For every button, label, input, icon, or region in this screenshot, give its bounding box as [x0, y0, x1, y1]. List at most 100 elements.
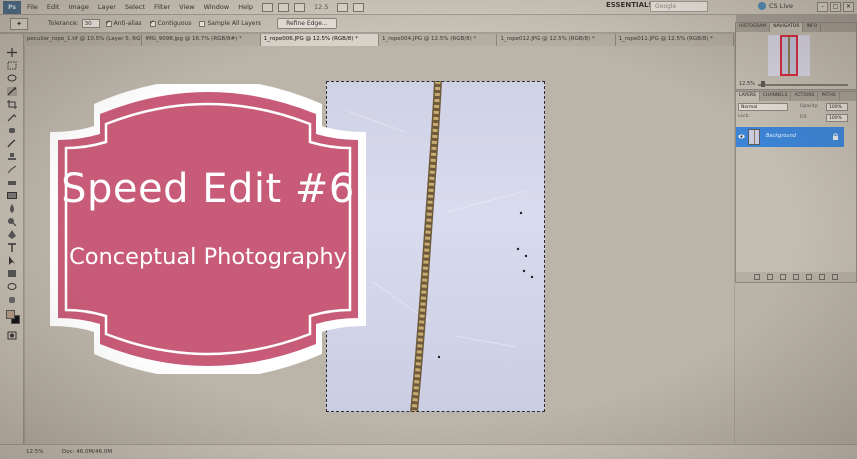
- minibridge-icon[interactable]: [278, 2, 290, 12]
- window-controls: – □ ✕: [815, 2, 854, 12]
- tab-layers[interactable]: LAYERS: [736, 92, 760, 101]
- tab-info[interactable]: INFO: [803, 23, 822, 32]
- blend-mode-select[interactable]: Normal: [738, 103, 788, 111]
- contiguous-label: Contiguous: [157, 20, 192, 27]
- cs-live-button[interactable]: CS Live: [758, 2, 793, 10]
- document-tab[interactable]: 1_rope004.JPG @ 12.5% (RGB/8) *: [379, 34, 498, 46]
- tab-histogram[interactable]: HISTOGRAM: [736, 23, 771, 32]
- menu-bar: Ps File Edit Image Layer Select Filter V…: [0, 0, 857, 15]
- lasso-tool-icon[interactable]: [7, 74, 17, 83]
- minimize-button[interactable]: –: [817, 2, 828, 12]
- clone-stamp-tool-icon[interactable]: [7, 152, 17, 161]
- menu-edit[interactable]: Edit: [47, 3, 60, 11]
- menu-image[interactable]: Image: [68, 3, 88, 11]
- badge-subtitle: Conceptual Photography: [69, 244, 347, 270]
- tab-paths[interactable]: PATHS: [818, 92, 840, 101]
- close-button[interactable]: ✕: [843, 2, 854, 12]
- gradient-tool-icon[interactable]: [7, 191, 17, 200]
- layer-name[interactable]: Background: [766, 133, 796, 139]
- adjustment-layer-icon[interactable]: [793, 274, 799, 280]
- maximize-button[interactable]: □: [830, 2, 841, 12]
- screen-mode-icon[interactable]: [352, 2, 364, 12]
- workspace-switcher[interactable]: ESSENTIALS: [606, 1, 654, 9]
- add-mask-icon[interactable]: [780, 274, 786, 280]
- tools-panel: [0, 34, 24, 444]
- extras-icon[interactable]: [294, 2, 306, 12]
- shape-tool-icon[interactable]: [7, 269, 17, 278]
- title-badge: Speed Edit #6 Conceptual Photography: [22, 84, 394, 374]
- new-layer-icon[interactable]: [819, 274, 825, 280]
- document-tab[interactable]: IMG_9098.jpg @ 16.7% (RGB/8#) *: [142, 34, 261, 46]
- arrange-documents-icon[interactable]: [336, 2, 348, 12]
- document-tab[interactable]: peculiar_rope_1.tif @ 10.5% (Layer 5, RG…: [24, 34, 143, 46]
- foreground-color-swatch[interactable]: [6, 310, 15, 319]
- move-tool-icon[interactable]: [7, 48, 17, 57]
- document-tab-active[interactable]: 1_rope006.JPG @ 12.5% (RGB/8) *: [260, 34, 379, 46]
- layers-panel: LAYERS CHANNELS ACTIONS PATHS Normal Opa…: [735, 91, 857, 283]
- marquee-tool-icon[interactable]: [7, 61, 17, 70]
- refine-edge-button[interactable]: Refine Edge...: [277, 18, 337, 29]
- anti-alias-checkbox[interactable]: Anti-alias: [105, 19, 142, 27]
- new-group-icon[interactable]: [806, 274, 812, 280]
- document-tab[interactable]: 1_rope011.JPG @ 12.5% (RGB/8) *: [616, 34, 734, 46]
- layer-style-icon[interactable]: [767, 274, 773, 280]
- search-input[interactable]: Google: [650, 1, 708, 12]
- bridge-icon[interactable]: [262, 2, 274, 12]
- link-layers-icon[interactable]: [754, 274, 760, 280]
- anti-alias-label: Anti-alias: [113, 20, 142, 27]
- menu-view[interactable]: View: [179, 3, 194, 11]
- navigator-view-box[interactable]: [780, 35, 798, 76]
- menu-layer[interactable]: Layer: [98, 3, 116, 11]
- hand-tool-icon[interactable]: [7, 295, 17, 304]
- badge-shape: [50, 84, 366, 374]
- opacity-field[interactable]: 100%: [826, 103, 848, 111]
- healing-brush-tool-icon[interactable]: [7, 126, 17, 135]
- eyedropper-tool-icon[interactable]: [7, 113, 17, 122]
- color-swatches[interactable]: [6, 310, 20, 324]
- navigator-panel-tabs: HISTOGRAM NAVIGATOR INFO: [736, 23, 856, 32]
- navigator-panel: HISTOGRAM NAVIGATOR INFO 12.5%: [735, 22, 857, 90]
- lock-icon: [833, 133, 838, 140]
- magic-wand-preset-icon[interactable]: ✦: [10, 17, 28, 30]
- navigator-zoom[interactable]: 12.5%: [739, 81, 755, 87]
- path-selection-tool-icon[interactable]: [7, 256, 17, 265]
- pen-tool-icon[interactable]: [7, 230, 17, 239]
- dodge-tool-icon[interactable]: [7, 217, 17, 226]
- menu-filter[interactable]: Filter: [154, 3, 170, 11]
- navigator-zoom-slider[interactable]: [758, 81, 848, 87]
- magic-wand-tool-icon[interactable]: [7, 87, 17, 96]
- zoom-level[interactable]: 12.5: [314, 3, 328, 11]
- cs-live-label: CS Live: [769, 2, 794, 10]
- menu-select[interactable]: Select: [125, 3, 145, 11]
- status-zoom[interactable]: 12.5%: [26, 449, 43, 455]
- history-brush-tool-icon[interactable]: [7, 165, 17, 174]
- tolerance-label: Tolerance:: [48, 20, 79, 27]
- tab-actions[interactable]: ACTIONS: [791, 92, 819, 101]
- trash-icon[interactable]: [832, 274, 838, 280]
- blur-tool-icon[interactable]: [7, 204, 17, 213]
- menu-file[interactable]: File: [27, 3, 38, 11]
- layers-panel-tabs: LAYERS CHANNELS ACTIONS PATHS: [736, 92, 856, 101]
- 3d-rotate-tool-icon[interactable]: [7, 282, 17, 291]
- sample-all-layers-checkbox[interactable]: Sample All Layers: [199, 20, 261, 27]
- document-tab[interactable]: 1_rope012.JPG @ 12.5% (RGB/8) *: [497, 34, 616, 46]
- menu-help[interactable]: Help: [238, 3, 253, 11]
- quick-mask-icon[interactable]: [7, 331, 17, 340]
- eye-icon[interactable]: [738, 133, 745, 140]
- tolerance-field[interactable]: 30: [81, 19, 100, 28]
- tab-navigator[interactable]: NAVIGATOR: [770, 23, 804, 32]
- layer-row[interactable]: Background: [736, 127, 844, 147]
- contiguous-checkbox[interactable]: Contiguous: [149, 19, 192, 27]
- brush-tool-icon[interactable]: [7, 139, 17, 148]
- tab-channels[interactable]: CHANNELS: [760, 92, 792, 101]
- eraser-tool-icon[interactable]: [7, 178, 17, 187]
- opacity-label: Opacity:: [800, 104, 819, 109]
- menu-window[interactable]: Window: [204, 3, 230, 11]
- crop-tool-icon[interactable]: [7, 100, 17, 109]
- type-tool-icon[interactable]: [7, 243, 17, 252]
- checkbox-icon: [149, 19, 156, 27]
- fill-field[interactable]: 100%: [826, 114, 848, 122]
- badge-title: Speed Edit #6: [61, 166, 355, 212]
- checkbox-icon: [105, 19, 112, 27]
- status-doc-size[interactable]: Doc: 46.0M/46.0M: [62, 449, 112, 455]
